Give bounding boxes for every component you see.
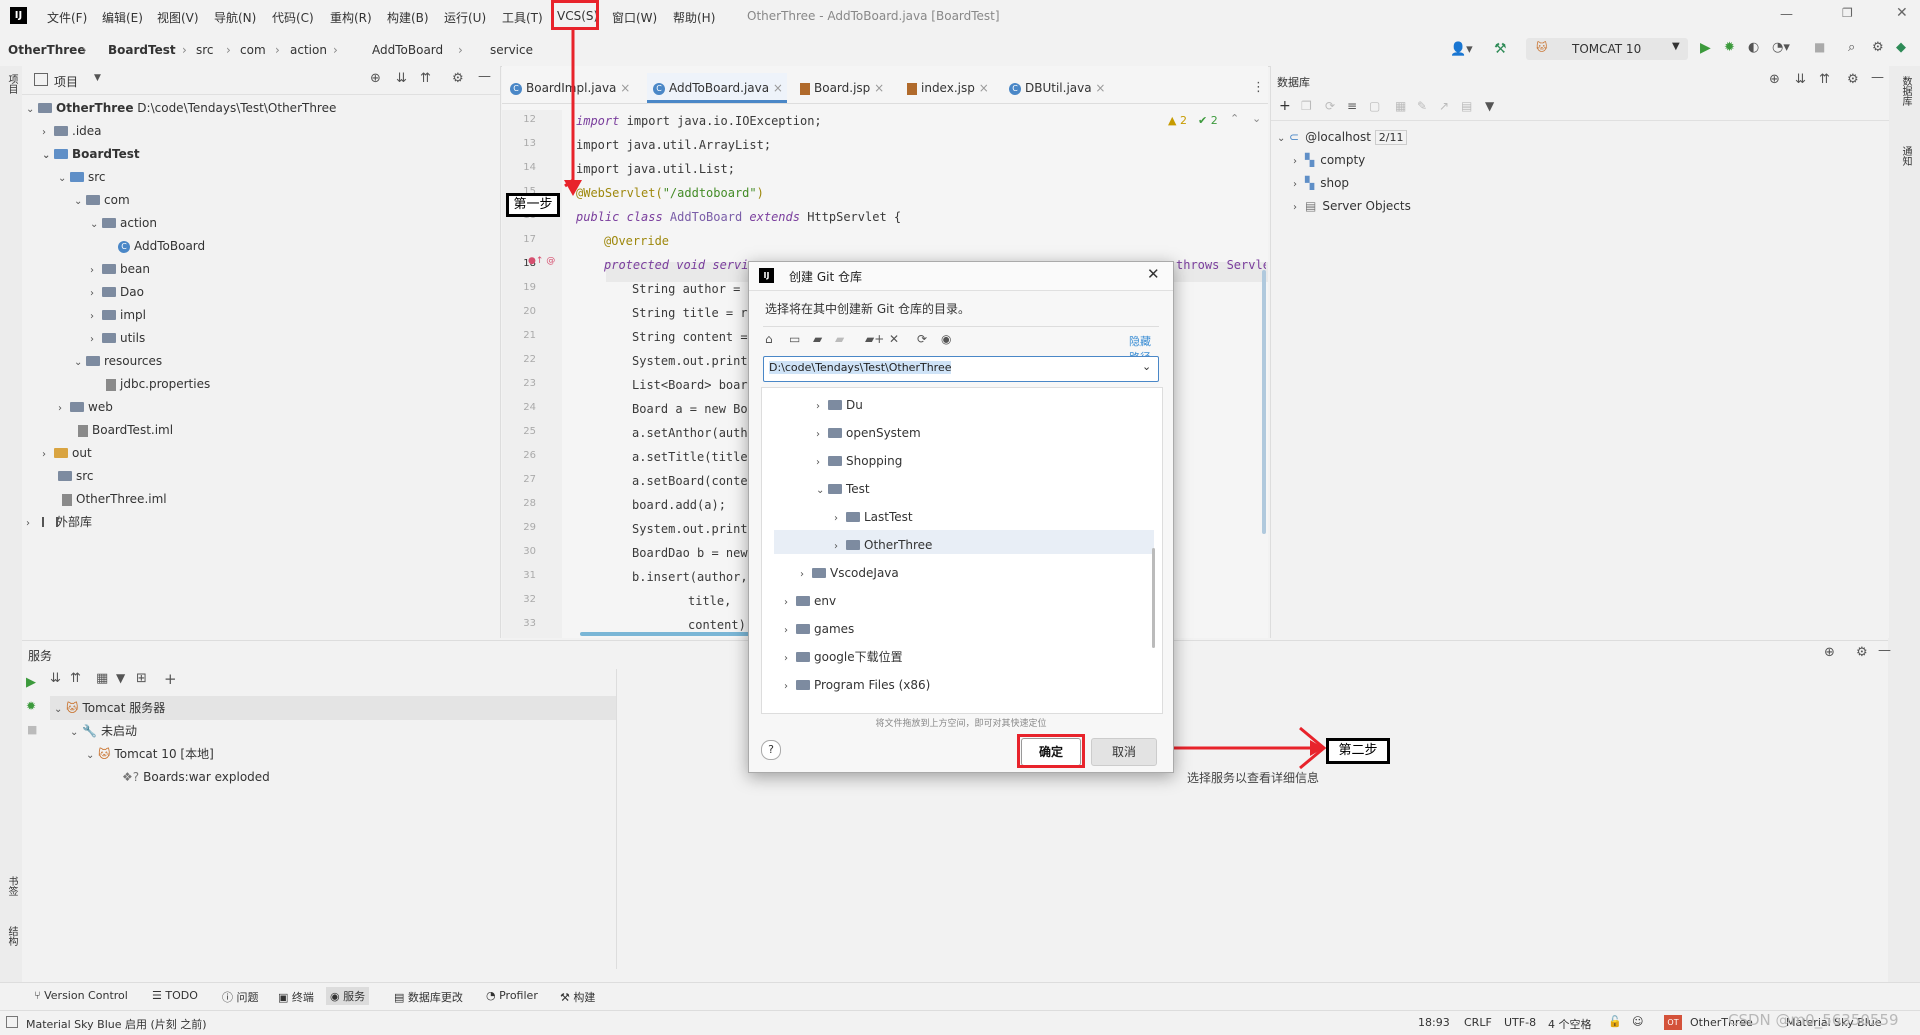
dialog-subtitle: 选择将在其中创建新 Git 仓库的目录。 xyxy=(765,302,970,316)
chevron-right-icon: › xyxy=(800,569,804,580)
folder-icon xyxy=(846,539,860,550)
folder-icon xyxy=(796,679,810,690)
folder-icon xyxy=(796,623,810,634)
dir-item-otherthree[interactable]: › OtherThree xyxy=(834,533,932,557)
module-folder-icon[interactable]: ▰ xyxy=(835,332,844,346)
dialog-title: 创建 Git 仓库 xyxy=(789,270,862,284)
folder-icon xyxy=(846,511,860,522)
chevron-right-icon: › xyxy=(834,513,838,524)
folder-icon xyxy=(828,455,842,466)
cancel-button[interactable]: 取消 xyxy=(1091,738,1157,766)
home-icon[interactable]: ⌂ xyxy=(765,332,773,346)
create-git-repo-dialog: IJ 创建 Git 仓库 ✕ 选择将在其中创建新 Git 仓库的目录。 ⌂ ▭ … xyxy=(748,261,1174,773)
chevron-down-icon: ⌄ xyxy=(816,485,825,496)
chevron-right-icon: › xyxy=(834,541,838,552)
dir-item-opensystem[interactable]: › openSystem xyxy=(816,421,921,445)
chooser-toolbar: ⌂ ▭ ▰ ▰ ▰+ ✕ ⟳ ◉ 隐藏路径 xyxy=(765,332,1161,364)
dir-item-program-files[interactable]: › Program Files (x86) xyxy=(784,673,930,697)
chevron-right-icon: › xyxy=(784,597,788,608)
refresh-icon[interactable]: ⟳ xyxy=(917,332,927,346)
folder-icon xyxy=(828,427,842,438)
dir-item-du[interactable]: › Du xyxy=(816,393,863,417)
dir-label: VscodeJava xyxy=(830,566,899,580)
project-folder-icon[interactable]: ▰ xyxy=(813,332,822,346)
dialog-divider xyxy=(763,326,1159,327)
chevron-down-icon[interactable]: ⌄ xyxy=(1142,360,1151,373)
chevron-right-icon: › xyxy=(816,429,820,440)
delete-icon[interactable]: ✕ xyxy=(889,332,899,346)
folder-icon xyxy=(828,399,842,410)
new-folder-icon[interactable]: ▰+ xyxy=(865,332,884,346)
step2-label: 第二步 xyxy=(1326,738,1390,764)
dir-label: Program Files (x86) xyxy=(814,678,931,692)
dir-label: openSystem xyxy=(846,426,921,440)
dir-label: games xyxy=(814,622,855,636)
dir-item-lasttest[interactable]: › LastTest xyxy=(834,505,913,529)
chevron-right-icon: › xyxy=(816,401,820,412)
path-input[interactable]: D:\code\Tendays\Test\OtherThree ⌄ xyxy=(763,356,1159,382)
drag-hint: 将文件拖放到上方空间，即可对其快速定位 xyxy=(875,719,1047,729)
show-hidden-icon[interactable]: ◉ xyxy=(941,332,951,346)
chevron-right-icon: › xyxy=(784,681,788,692)
dir-label: LastTest xyxy=(864,510,913,524)
step1-arrow-line xyxy=(564,30,575,188)
step1-label: 第一步 xyxy=(506,193,560,217)
desktop-icon[interactable]: ▭ xyxy=(789,332,800,346)
selected-row-highlight xyxy=(774,530,1154,554)
help-button[interactable]: ? xyxy=(761,740,781,760)
directory-tree: › Du › openSystem › Shopping ⌄ Test › LastTes… xyxy=(761,387,1163,714)
close-icon[interactable]: ✕ xyxy=(1147,265,1160,283)
dialog-title-bar: IJ 创建 Git 仓库 ✕ xyxy=(749,262,1173,291)
path-value: D:\code\Tendays\Test\OtherThree xyxy=(769,361,952,374)
dir-item-test[interactable]: ⌄ Test xyxy=(816,477,870,501)
dir-label: OtherThree xyxy=(864,538,933,552)
step1-arrow-head xyxy=(564,180,582,196)
tree-scrollbar[interactable] xyxy=(1152,548,1155,648)
dir-item-shopping[interactable]: › Shopping xyxy=(816,449,902,473)
folder-icon xyxy=(796,595,810,606)
dir-item-games[interactable]: › games xyxy=(784,617,854,641)
chevron-right-icon: › xyxy=(784,653,788,664)
dir-label: Test xyxy=(846,482,870,496)
folder-icon xyxy=(828,483,842,494)
folder-icon xyxy=(796,651,810,662)
dir-item-env[interactable]: › env xyxy=(784,589,836,613)
chevron-right-icon: › xyxy=(816,457,820,468)
dir-item-google-downloads[interactable]: › google下载位置 xyxy=(784,645,903,669)
dir-label: Du xyxy=(846,398,863,412)
app-logo-icon: IJ xyxy=(759,268,774,283)
chevron-right-icon: › xyxy=(784,625,788,636)
dir-label: Shopping xyxy=(846,454,903,468)
dir-item-vscodejava[interactable]: › VscodeJava xyxy=(800,561,899,585)
dir-label: google下载位置 xyxy=(814,650,903,664)
ok-highlight-box xyxy=(1017,734,1085,768)
folder-icon xyxy=(812,567,826,578)
dir-label: env xyxy=(814,594,837,608)
